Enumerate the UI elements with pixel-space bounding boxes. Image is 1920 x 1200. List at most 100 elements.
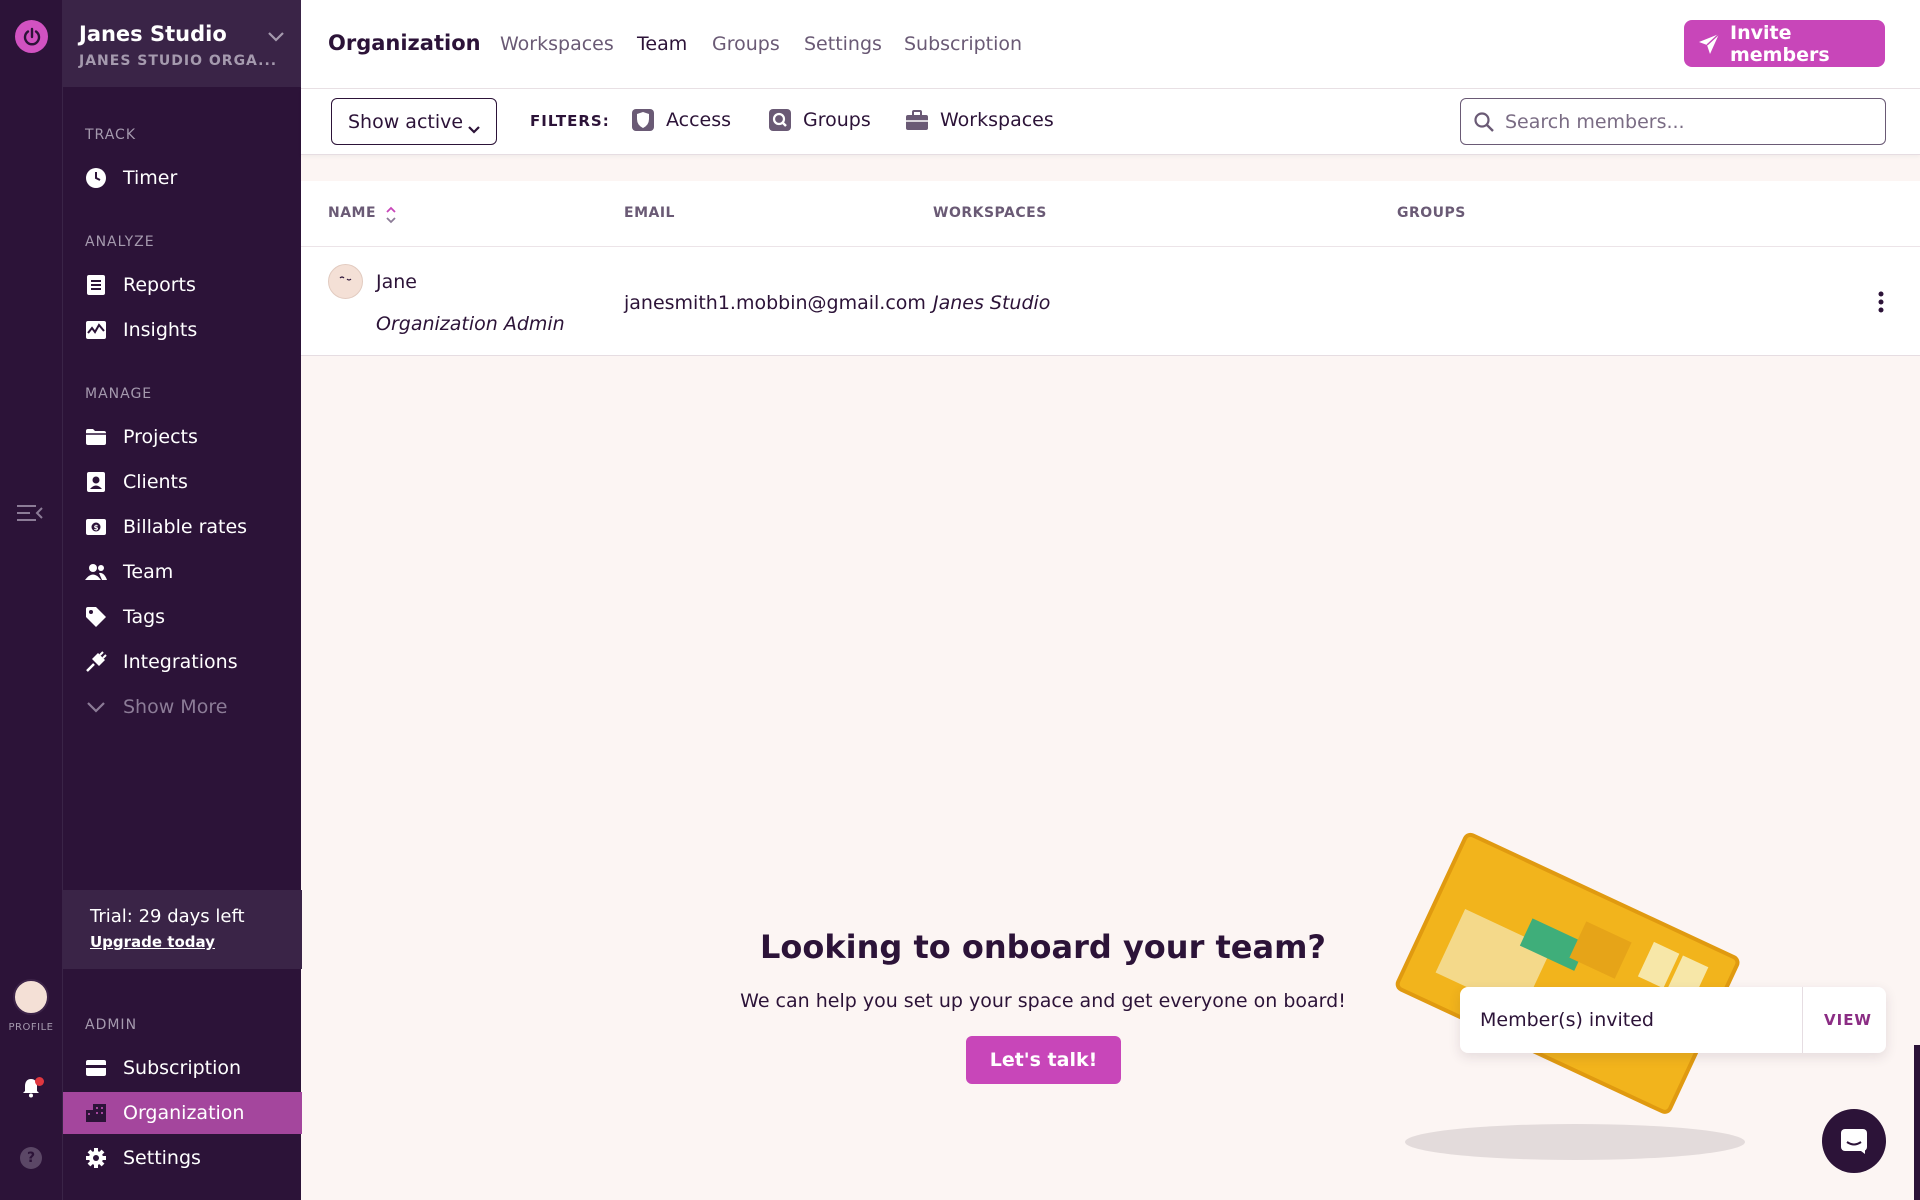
upgrade-link[interactable]: Upgrade today	[90, 933, 302, 951]
workspace-switcher[interactable]: Janes Studio JANES STUDIO ORGA...	[63, 0, 302, 87]
filter-label: Workspaces	[940, 109, 1054, 131]
sidebar-item-label: Clients	[123, 471, 188, 493]
filter-label: Groups	[803, 109, 871, 131]
svg-text:$: $	[94, 524, 99, 532]
sidebar-item-label: Insights	[123, 319, 198, 341]
sidebar-item-insights[interactable]: Insights	[63, 309, 302, 351]
sidebar-item-clients[interactable]: Clients	[63, 461, 302, 503]
column-header-workspaces: WORKSPACES	[933, 205, 1047, 221]
sidebar-item-subscription[interactable]: Subscription	[63, 1047, 302, 1089]
sidebar-item-settings[interactable]: Settings	[63, 1137, 302, 1179]
sidebar-item-projects[interactable]: Projects	[63, 416, 302, 458]
briefcase-icon	[905, 108, 929, 132]
profile-label: PROFILE	[8, 1022, 54, 1033]
section-label-track: TRACK	[85, 127, 136, 143]
toast-message: Member(s) invited	[1480, 1009, 1654, 1031]
sidebar-item-timer[interactable]: Timer	[63, 157, 302, 199]
tab-subscription[interactable]: Subscription	[904, 33, 1022, 55]
sidebar-item-integrations[interactable]: Integrations	[63, 641, 302, 683]
column-header-groups: GROUPS	[1397, 205, 1466, 221]
member-workspaces: Janes Studio	[933, 292, 1051, 314]
sidebar-item-label: Projects	[123, 426, 198, 448]
client-card-icon	[85, 471, 107, 493]
notification-dot	[35, 1077, 44, 1086]
member-role: Organization Admin	[376, 313, 565, 335]
lets-talk-button[interactable]: Let's talk!	[966, 1036, 1121, 1084]
building-icon	[85, 1102, 107, 1124]
trial-banner: Trial: 29 days left Upgrade today	[63, 890, 302, 969]
scrollbar[interactable]	[1914, 1045, 1920, 1200]
page-header: Organization Workspaces Team Groups Sett…	[301, 0, 1920, 89]
chat-launcher-icon[interactable]	[1822, 1109, 1886, 1173]
clock-icon	[85, 167, 107, 189]
sidebar-item-label: Tags	[123, 606, 166, 628]
sidebar-item-tags[interactable]: Tags	[63, 596, 302, 638]
invite-members-label: Invite members	[1730, 21, 1830, 66]
trial-text: Trial: 29 days left	[90, 906, 245, 927]
table-row[interactable]: Jane Organization Admin janesmith1.mobbi…	[301, 247, 1920, 356]
status-select-value: Show active	[348, 110, 464, 133]
filter-access[interactable]: Access	[631, 108, 731, 132]
sidebar-item-label: Settings	[123, 1147, 201, 1169]
search-icon	[1473, 111, 1495, 133]
sidebar: Janes Studio JANES STUDIO ORGA... TRACK …	[62, 0, 302, 1200]
gear-icon	[85, 1147, 107, 1169]
column-header-name[interactable]: NAME	[328, 205, 376, 221]
filters-label: FILTERS:	[530, 112, 610, 130]
section-label-admin: ADMIN	[85, 1017, 138, 1033]
workspace-name: Janes Studio	[79, 22, 227, 46]
chevron-down-icon	[468, 117, 480, 134]
chevron-down-icon	[267, 28, 285, 42]
filter-bar: Show active FILTERS: Access Groups Works…	[301, 89, 1920, 155]
member-email: janesmith1.mobbin@gmail.com	[624, 292, 926, 314]
column-header-email: EMAIL	[624, 205, 675, 221]
filter-label: Access	[666, 109, 732, 131]
credit-card-icon	[85, 1057, 107, 1079]
filter-workspaces[interactable]: Workspaces	[905, 108, 1054, 132]
filter-groups[interactable]: Groups	[768, 108, 871, 132]
chevron-down-icon	[85, 696, 107, 718]
member-name: Jane	[376, 271, 417, 293]
sidebar-item-organization[interactable]: Organization	[63, 1092, 302, 1134]
team-icon	[85, 561, 107, 583]
sidebar-item-reports[interactable]: Reports	[63, 264, 302, 306]
sort-icon[interactable]	[385, 205, 397, 225]
workspace-subtitle: JANES STUDIO ORGA...	[79, 53, 278, 69]
sidebar-item-label: Subscription	[123, 1057, 242, 1079]
sidebar-item-billable-rates[interactable]: $ Billable rates	[63, 506, 302, 548]
members-invited-toast: Member(s) invited VIEW	[1460, 987, 1886, 1053]
sidebar-show-more[interactable]: Show More	[63, 686, 302, 728]
collapse-sidebar-icon[interactable]	[16, 503, 44, 523]
more-options-icon[interactable]	[1875, 290, 1887, 314]
search-field[interactable]	[1460, 98, 1886, 145]
section-label-manage: MANAGE	[85, 386, 153, 402]
power-logo-icon[interactable]	[15, 20, 48, 53]
tab-groups[interactable]: Groups	[712, 33, 780, 55]
app-rail: PROFILE ?	[0, 0, 62, 1200]
sidebar-item-label: Reports	[123, 274, 196, 296]
sidebar-item-team[interactable]: Team	[63, 551, 302, 593]
sidebar-item-label: Billable rates	[123, 516, 248, 538]
invite-members-button[interactable]: Invite members	[1684, 20, 1885, 67]
search-input[interactable]	[1505, 110, 1875, 133]
sidebar-item-label: Team	[123, 561, 174, 583]
tab-team[interactable]: Team	[637, 33, 687, 55]
help-icon[interactable]: ?	[20, 1147, 42, 1169]
tab-settings[interactable]: Settings	[804, 33, 882, 55]
tab-workspaces[interactable]: Workspaces	[500, 33, 614, 55]
toast-view-button[interactable]: VIEW	[1824, 1011, 1872, 1029]
paper-plane-icon	[1698, 32, 1720, 55]
sidebar-item-label: Organization	[123, 1102, 245, 1124]
folder-icon	[85, 426, 107, 448]
status-select[interactable]: Show active	[331, 98, 497, 145]
insights-icon	[85, 319, 107, 341]
sidebar-item-label: Show More	[123, 696, 228, 718]
profile-avatar[interactable]	[13, 979, 49, 1015]
shield-icon	[631, 108, 655, 132]
plug-icon	[85, 651, 107, 673]
sidebar-item-label: Timer	[123, 167, 178, 189]
tag-icon	[85, 606, 107, 628]
dollar-bill-icon: $	[85, 516, 107, 538]
onboard-title: Looking to onboard your team?	[760, 928, 1326, 966]
section-label-analyze: ANALYZE	[85, 234, 155, 250]
